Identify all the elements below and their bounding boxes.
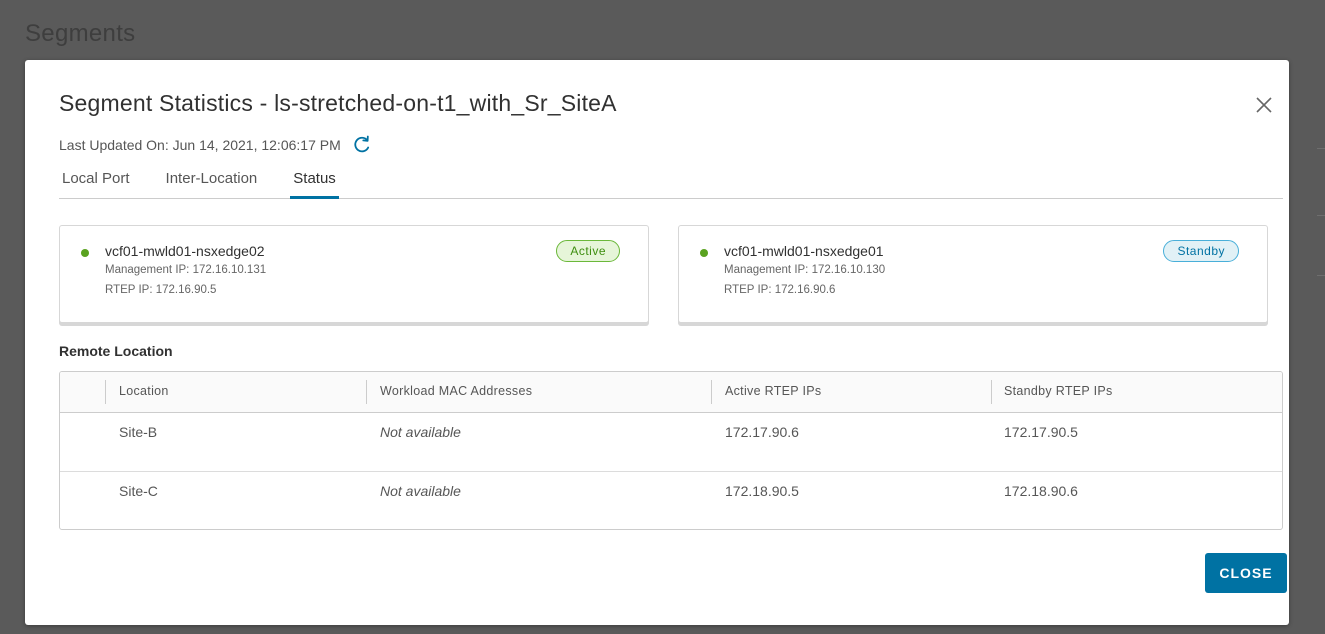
cell-mac: Not available bbox=[380, 483, 461, 499]
tab-local-port[interactable]: Local Port bbox=[59, 158, 133, 198]
column-header-location[interactable]: Location bbox=[119, 372, 169, 412]
cell-mac: Not available bbox=[380, 424, 461, 440]
grid-header: Location Workload MAC Addresses Active R… bbox=[60, 372, 1282, 413]
edge-name: vcf01-mwld01-nsxedge01 bbox=[724, 243, 884, 259]
management-ip: Management IP: 172.16.10.130 bbox=[724, 264, 886, 276]
segment-statistics-modal: Segment Statistics - ls-stretched-on-t1_… bbox=[25, 60, 1289, 625]
last-updated: Last Updated On: Jun 14, 2021, 12:06:17 … bbox=[59, 134, 373, 156]
column-header-mac[interactable]: Workload MAC Addresses bbox=[380, 372, 532, 412]
rtep-ip: RTEP IP: 172.16.90.5 bbox=[105, 284, 217, 296]
remote-location-grid: Location Workload MAC Addresses Active R… bbox=[59, 371, 1283, 530]
column-separator bbox=[105, 380, 106, 404]
last-updated-text: Last Updated On: Jun 14, 2021, 12:06:17 … bbox=[59, 137, 341, 153]
tab-bar: Local Port Inter-Location Status bbox=[59, 158, 1283, 199]
remote-location-label: Remote Location bbox=[59, 343, 173, 359]
page-title: Segments bbox=[25, 20, 136, 47]
status-dot-icon bbox=[700, 249, 708, 257]
cell-active-ip: 172.17.90.6 bbox=[725, 424, 799, 440]
status-dot-icon bbox=[81, 249, 89, 257]
cell-standby-ip: 172.17.90.5 bbox=[1004, 424, 1078, 440]
edge-name: vcf01-mwld01-nsxedge02 bbox=[105, 243, 265, 259]
status-badge: Standby bbox=[1163, 240, 1239, 262]
management-ip: Management IP: 172.16.10.131 bbox=[105, 264, 267, 276]
tab-inter-location[interactable]: Inter-Location bbox=[163, 158, 261, 198]
column-separator[interactable] bbox=[366, 380, 367, 404]
close-button[interactable]: CLOSE bbox=[1205, 553, 1287, 593]
column-header-active-rtep[interactable]: Active RTEP IPs bbox=[725, 372, 821, 412]
cell-standby-ip: 172.18.90.6 bbox=[1004, 483, 1078, 499]
table-row: Site-C Not available 172.18.90.5 172.18.… bbox=[60, 472, 1282, 529]
table-row: Site-B Not available 172.17.90.6 172.17.… bbox=[60, 413, 1282, 472]
edge-card-active: vcf01-mwld01-nsxedge02 Management IP: 17… bbox=[59, 225, 649, 323]
refresh-icon[interactable] bbox=[351, 134, 373, 156]
cell-active-ip: 172.18.90.5 bbox=[725, 483, 799, 499]
background-divider bbox=[1317, 148, 1325, 149]
status-badge: Active bbox=[556, 240, 620, 262]
column-separator[interactable] bbox=[711, 380, 712, 404]
column-separator[interactable] bbox=[991, 380, 992, 404]
tab-status[interactable]: Status bbox=[290, 158, 339, 199]
modal-title: Segment Statistics - ls-stretched-on-t1_… bbox=[59, 90, 617, 116]
cell-location: Site-B bbox=[119, 424, 158, 440]
cell-location: Site-C bbox=[119, 483, 158, 499]
background-divider bbox=[1317, 275, 1325, 276]
rtep-ip: RTEP IP: 172.16.90.6 bbox=[724, 284, 836, 296]
close-icon[interactable] bbox=[1253, 94, 1275, 116]
column-header-standby-rtep[interactable]: Standby RTEP IPs bbox=[1004, 372, 1113, 412]
edge-card-standby: vcf01-mwld01-nsxedge01 Management IP: 17… bbox=[678, 225, 1268, 323]
background-divider bbox=[1317, 215, 1325, 216]
